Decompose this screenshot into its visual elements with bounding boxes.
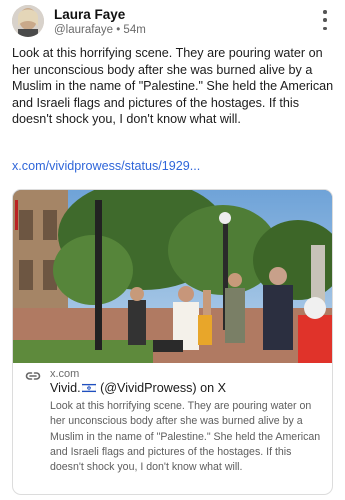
author-name[interactable]: Laura Faye [54,7,125,22]
preview-title-rest: (@VividProwess) on X [96,381,227,395]
post-link[interactable]: x.com/vividprowess/status/1929... [12,159,200,173]
post-text: Look at this horrifying scene. They are … [12,46,334,126]
post-time[interactable]: 54m [123,24,145,36]
link-icon [25,372,41,380]
israel-flag-icon [81,383,96,393]
preview-body: x.com Vivid. (@VividProwess) on X Look a… [13,363,332,494]
author-handle[interactable]: @laurafaye [54,24,113,36]
avatar[interactable] [12,5,44,37]
post-header: Laura Faye @laurafaye • 54m [12,3,333,39]
preview-domain: x.com [50,368,80,380]
kebab-vertical-icon[interactable] [317,10,333,30]
preview-title: Vivid. (@VividProwess) on X [50,381,226,395]
preview-description: Look at this horrifying scene. They are … [50,400,321,474]
post-meta: @laurafaye • 54m [54,24,146,36]
meta-separator: • [116,24,121,36]
preview-image [13,190,332,363]
preview-title-name: Vivid. [50,381,81,395]
link-preview-card[interactable]: x.com Vivid. (@VividProwess) on X Look a… [12,189,333,495]
